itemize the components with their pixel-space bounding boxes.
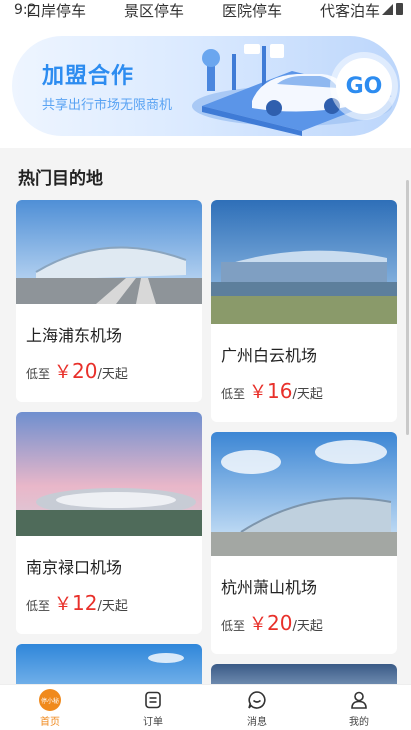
banner-subtitle: 共享出行市场无限商机 bbox=[42, 98, 173, 113]
signal-icon bbox=[382, 3, 393, 15]
airport-photo bbox=[16, 412, 202, 536]
destination-card-shanghai[interactable]: 上海浦东机场 低至 ￥ 20 /天起 bbox=[16, 200, 202, 402]
banner-title: 加盟合作 bbox=[42, 64, 135, 89]
tab-profile[interactable]: 我的 bbox=[329, 689, 389, 728]
airport-photo bbox=[16, 644, 202, 684]
tab-label: 消息 bbox=[247, 717, 267, 728]
category-valet-parking[interactable]: 代客泊车 bbox=[320, 0, 380, 21]
price-value: 12 bbox=[72, 591, 98, 615]
airport-photo bbox=[211, 200, 397, 324]
destination-card-guangzhou[interactable]: 广州白云机场 低至 ￥ 16 /天起 bbox=[211, 200, 397, 422]
app-screen: 口岸停车 景区停车 医院停车 代客泊车 9:2 加盟合作 共享出行市场无限商机 bbox=[0, 0, 411, 730]
price-prefix: 低至 bbox=[221, 387, 246, 401]
destination-card-hangzhou[interactable]: 杭州萧山机场 低至 ￥ 20 /天起 bbox=[211, 432, 397, 654]
category-hospital-parking[interactable]: 医院停车 bbox=[222, 0, 282, 21]
destination-name: 杭州萧山机场 bbox=[221, 578, 318, 597]
battery-icon bbox=[396, 3, 403, 15]
price-unit: /天起 bbox=[97, 367, 128, 382]
status-time: 9:2 bbox=[14, 2, 37, 18]
status-icons bbox=[382, 3, 403, 15]
price-currency: ￥ bbox=[54, 362, 73, 383]
home-icon: 停小秘 bbox=[39, 689, 61, 711]
price-prefix: 低至 bbox=[221, 619, 246, 633]
bottom-tab-bar: 停小秘 首页 订单 消息 我的 bbox=[0, 684, 411, 730]
price-unit: /天起 bbox=[97, 599, 128, 614]
price-currency: ￥ bbox=[54, 594, 73, 615]
price-currency: ￥ bbox=[249, 382, 268, 403]
category-scenic-parking[interactable]: 景区停车 bbox=[124, 0, 184, 21]
price-value: 20 bbox=[267, 611, 293, 635]
destination-price: 低至 ￥ 12 /天起 bbox=[26, 590, 128, 616]
price-unit: /天起 bbox=[292, 387, 323, 402]
profile-icon bbox=[348, 689, 370, 711]
price-value: 16 bbox=[267, 379, 293, 403]
price-unit: /天起 bbox=[292, 619, 323, 634]
destination-price: 低至 ￥ 20 /天起 bbox=[26, 358, 128, 384]
tab-orders[interactable]: 订单 bbox=[123, 689, 183, 728]
price-value: 20 bbox=[72, 359, 98, 383]
destination-name: 广州白云机场 bbox=[221, 346, 318, 365]
price-prefix: 低至 bbox=[26, 367, 51, 381]
destination-card-partial[interactable] bbox=[16, 644, 202, 684]
price-prefix: 低至 bbox=[26, 599, 51, 613]
go-button[interactable]: GO bbox=[336, 58, 392, 114]
tab-label: 我的 bbox=[349, 717, 369, 728]
destination-name: 南京禄口机场 bbox=[26, 558, 123, 577]
section-title: 热门目的地 bbox=[18, 169, 103, 189]
destination-card-partial[interactable] bbox=[211, 664, 397, 684]
tab-label: 首页 bbox=[40, 717, 60, 728]
destination-card-nanjing[interactable]: 南京禄口机场 低至 ￥ 12 /天起 bbox=[16, 412, 202, 634]
airport-photo bbox=[211, 432, 397, 556]
main-content: 热门目的地 上海浦东机场 低至 ￥ 20 /天起 广州白云机场 低至 ￥ 16 … bbox=[0, 150, 411, 684]
message-icon bbox=[246, 689, 268, 711]
header-area: 口岸停车 景区停车 医院停车 代客泊车 9:2 加盟合作 共享出行市场无限商机 bbox=[0, 0, 411, 148]
franchise-banner[interactable]: 加盟合作 共享出行市场无限商机 GO bbox=[12, 36, 400, 136]
airport-photo bbox=[16, 200, 202, 304]
tab-home[interactable]: 停小秘 首页 bbox=[20, 689, 80, 728]
order-icon bbox=[142, 689, 164, 711]
home-badge: 停小秘 bbox=[39, 689, 61, 711]
tab-messages[interactable]: 消息 bbox=[227, 689, 287, 728]
airport-photo bbox=[211, 664, 397, 684]
destination-price: 低至 ￥ 16 /天起 bbox=[221, 378, 323, 404]
price-currency: ￥ bbox=[249, 614, 268, 635]
tab-label: 订单 bbox=[143, 717, 163, 728]
destination-price: 低至 ￥ 20 /天起 bbox=[221, 610, 323, 636]
category-row: 口岸停车 景区停车 医院停车 代客泊车 bbox=[0, 0, 411, 22]
destination-name: 上海浦东机场 bbox=[26, 326, 123, 345]
scrollbar[interactable] bbox=[406, 180, 409, 435]
